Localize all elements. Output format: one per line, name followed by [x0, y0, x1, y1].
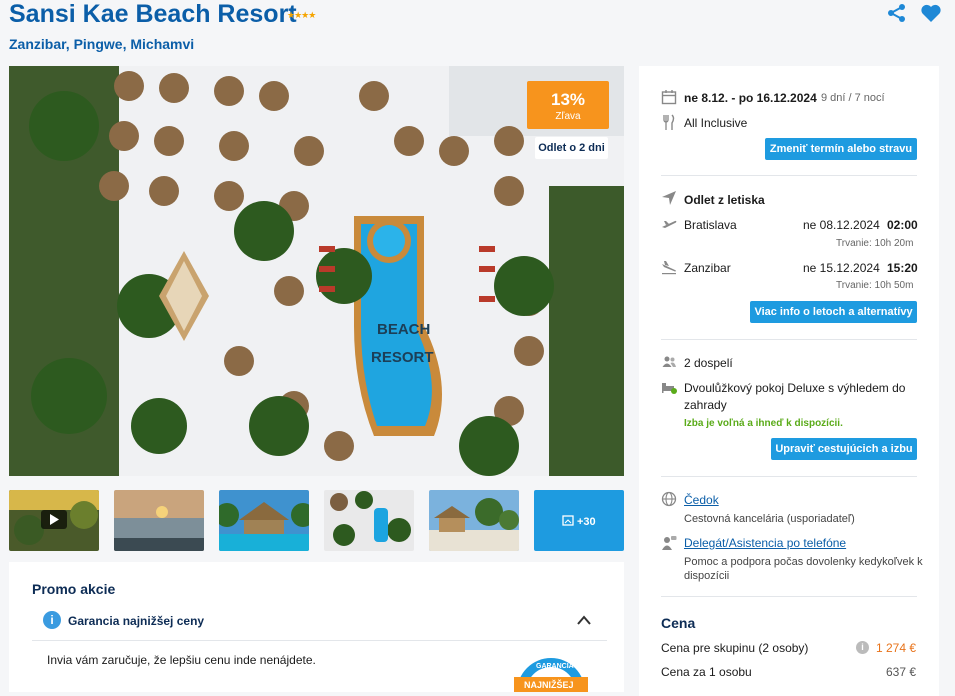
- support-agent-icon: [662, 536, 677, 550]
- divider: [661, 175, 917, 176]
- heart-icon[interactable]: [920, 3, 942, 23]
- guarantee-text: Invia vám zaručuje, že lepšiu cenu inde …: [47, 653, 316, 667]
- thumbnail-sunset[interactable]: [114, 490, 204, 551]
- discount-badge: 13% Zľava: [527, 81, 609, 129]
- more-photos-count: +30: [577, 516, 596, 528]
- price-person-label: Cena za 1 osobu: [661, 665, 752, 679]
- flight-date-2: ne 15.12.2024: [803, 261, 880, 275]
- flight-duration-2: Trvanie: 10h 50m: [836, 280, 914, 291]
- thumbnail-video[interactable]: [9, 490, 99, 551]
- trip-dates: ne 8.12. - po 16.12.2024: [684, 91, 817, 105]
- divider: [661, 339, 917, 340]
- cutlery-icon: [663, 114, 675, 130]
- chevron-up-icon[interactable]: [576, 614, 592, 626]
- thumbnail-pool[interactable]: [219, 490, 309, 551]
- promo-title: Promo akcie: [32, 581, 116, 597]
- globe-icon: [661, 491, 677, 507]
- edit-travelers-button[interactable]: Upraviť cestujúcich a izbu: [771, 438, 917, 460]
- room-type-line-2: zahrady: [684, 398, 727, 412]
- room-type-line-1: Dvoulůžkový pokoj Deluxe s výhledem do: [684, 381, 906, 395]
- travelers-count: 2 dospelí: [684, 356, 733, 370]
- assistance-description-line-1: Pomoc a podpora počas dovolenky kedykoľv…: [684, 556, 923, 568]
- discount-label: Zľava: [555, 111, 581, 122]
- divider: [661, 476, 917, 477]
- badge-text-top: GARANCIA: [536, 663, 574, 670]
- people-icon: [662, 356, 676, 367]
- info-icon[interactable]: i: [856, 641, 869, 654]
- thumbnail-aerial[interactable]: [324, 490, 414, 551]
- thumbnail-more[interactable]: +30: [534, 490, 624, 551]
- bed-icon: [662, 383, 677, 394]
- price-heading: Cena: [661, 615, 696, 631]
- pool-text-resort: RESORT: [371, 349, 434, 366]
- flight-from-1: Bratislava: [684, 218, 737, 232]
- plane-landing-icon: [662, 261, 676, 275]
- share-icon[interactable]: [886, 3, 908, 23]
- flight-info-button[interactable]: Viac info o letoch a alternatívy: [750, 301, 917, 323]
- flight-time-2: 15:20: [887, 261, 918, 275]
- departure-badge: Odlet o 2 dni: [535, 137, 608, 159]
- hotel-title: Sansi Kae Beach Resort: [9, 0, 297, 28]
- change-date-button[interactable]: Zmeniť termín alebo stravu: [765, 138, 917, 160]
- divider: [32, 640, 607, 641]
- star-rating: ★★★★: [287, 10, 316, 20]
- info-icon: i: [43, 611, 61, 629]
- flight-time-1: 02:00: [887, 218, 918, 232]
- guarantee-title[interactable]: Garancia najnižšej ceny: [68, 614, 204, 628]
- navigation-arrow-icon: [662, 191, 676, 205]
- price-person-value: 637 €: [886, 665, 917, 679]
- board-type: All Inclusive: [684, 116, 748, 130]
- pool-text-beach: BEACH: [377, 321, 430, 338]
- calendar-icon: [661, 90, 677, 105]
- room-availability: Izba je voľná a ihneď k dispozícii.: [684, 418, 843, 429]
- guarantee-badge: GARANCIA NAJNIŽŠEJ: [514, 658, 588, 692]
- assistance-link[interactable]: Delegát/Asistencia po telefóne: [684, 536, 846, 550]
- discount-percent: 13%: [550, 90, 586, 109]
- flight-duration-1: Trvanie: 10h 20m: [836, 238, 914, 249]
- flight-date-1: ne 08.12.2024: [803, 218, 880, 232]
- price-group-value: 1 274 €: [876, 641, 917, 655]
- trip-duration: 9 dní / 7 nocí: [821, 92, 885, 104]
- hotel-location[interactable]: Zanzibar, Pingwe, Michamvi: [9, 36, 194, 52]
- price-group-label: Cena pre skupinu (2 osoby): [661, 641, 809, 655]
- flight-from-2: Zanzibar: [684, 261, 731, 275]
- agency-description: Cestovná kancelária (usporiadateľ): [684, 513, 855, 525]
- agency-link[interactable]: Čedok: [684, 493, 719, 507]
- plane-takeoff-icon: [662, 220, 677, 228]
- divider: [661, 596, 917, 597]
- assistance-description-line-2: dispozícii: [684, 570, 730, 582]
- thumbnail-bungalow[interactable]: [429, 490, 519, 551]
- flights-heading: Odlet z letiska: [684, 193, 765, 207]
